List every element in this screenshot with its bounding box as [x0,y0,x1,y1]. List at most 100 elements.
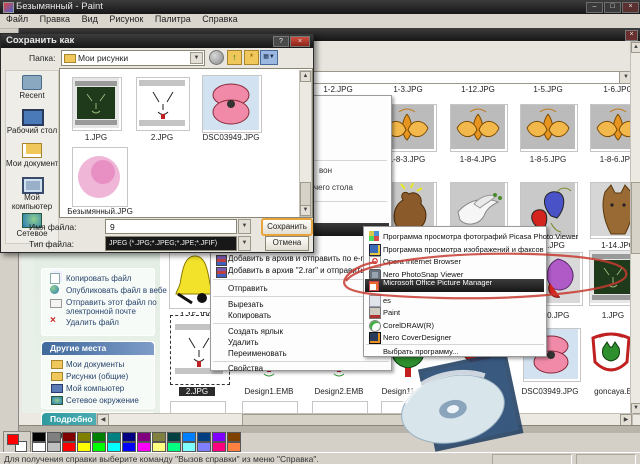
palette-swatch[interactable] [92,432,106,442]
file-label[interactable]: 1-5.JPG [518,85,578,94]
explorer-close-icon[interactable]: × [625,30,638,41]
documents-icon[interactable] [22,143,42,158]
foreground-color-swatch[interactable] [7,434,19,445]
folder-combobox[interactable]: Мои рисунки ▼ [61,50,205,66]
open-with-item-highlighted[interactable]: Microsoft Office Picture Manager [365,278,544,292]
palette-swatch[interactable] [197,432,211,442]
maximize-button[interactable]: □ [604,2,621,13]
dialog-close-icon[interactable]: × [290,36,310,47]
filetype-dropdown-icon[interactable]: ▼ [238,236,251,251]
menu-palette[interactable]: Палитра [155,14,191,24]
file-thumbnail[interactable] [520,104,578,152]
palette-swatch[interactable] [122,432,136,442]
filename-dropdown-icon[interactable]: ▼ [238,219,251,234]
palette-swatch[interactable] [107,442,121,452]
context-menu-item[interactable]: Удалить [228,338,259,347]
palette-swatch[interactable] [227,442,241,452]
menu-help[interactable]: Справка [202,14,237,24]
palette-swatch[interactable] [212,442,226,452]
dialog-file-label[interactable]: 2.JPG [136,133,188,142]
current-colors-box[interactable] [3,431,31,454]
menu-edit[interactable]: Правка [40,14,70,24]
scroll-up-icon[interactable]: ▲ [300,71,311,82]
task-publish-web[interactable]: Опубликовать файл в вебе [66,286,167,295]
context-menu-item[interactable]: Вырезать [228,300,264,309]
file-label[interactable]: Design1.EMB [236,387,302,396]
dialog-list-scrollbar[interactable]: ▲ ▼ [299,70,312,217]
palette-swatch[interactable] [32,442,46,452]
other-places-header[interactable]: Другие места [42,342,154,355]
file-label[interactable]: 1-8-5.JPG [518,155,578,164]
palette-swatch[interactable] [182,432,196,442]
dialog-file-thumbnail[interactable] [202,75,262,133]
up-one-level-icon[interactable]: ↑ [227,50,242,65]
filetype-combobox[interactable]: JPEG (*.JPG;*.JPEG;*.JPE;*.JFIF) [105,236,237,251]
palette-swatch[interactable] [167,442,181,452]
place-network[interactable]: Сетевое окружение [66,396,139,405]
palette-swatch[interactable] [77,442,91,452]
palette-swatch[interactable] [152,442,166,452]
dropdown-icon[interactable]: ▼ [190,52,203,64]
palette-swatch[interactable] [32,432,46,442]
palette-swatch[interactable] [47,432,61,442]
open-with-item[interactable]: Программа просмотра фотографий Picasa Ph… [383,232,578,241]
dialog-file-label[interactable]: 1.JPG [72,133,120,142]
palette-swatch[interactable] [122,442,136,452]
minimize-button[interactable]: – [586,2,603,13]
place-label[interactable]: Рабочий стол [6,126,58,135]
file-thumbnail[interactable] [450,104,508,152]
file-label[interactable]: DSC03949.JPG [517,387,583,396]
dialog-file-thumbnail[interactable] [136,77,190,131]
file-label[interactable]: Design2.EMB [306,387,372,396]
context-menu-item[interactable]: Создать ярлык [228,327,283,336]
scrollbar-thumb[interactable] [300,182,311,206]
task-delete-file[interactable]: Удалить файл [66,318,119,327]
context-menu-item[interactable]: Добавить в архив и отправить по e-mail..… [228,254,382,263]
palette-swatch[interactable] [62,432,76,442]
open-with-item[interactable]: Opera Internet Browser [383,257,461,266]
file-label[interactable]: 1-12.JPG [448,85,508,94]
menu-view[interactable]: Вид [82,14,98,24]
open-with-item[interactable]: es [383,296,391,305]
palette-swatch[interactable] [212,432,226,442]
scroll-up-icon[interactable]: ▲ [631,42,640,53]
dialog-file-label[interactable]: Безымянный.JPG [64,207,136,216]
palette-swatch[interactable] [47,442,61,452]
help-icon[interactable]: ? [273,36,289,47]
place-label[interactable]: Мой компьютер [6,193,58,211]
context-menu-item[interactable]: Свойства [228,364,263,373]
file-thumbnail[interactable] [589,328,633,380]
place-my-documents[interactable]: Мои документы [66,360,124,369]
selected-file-label[interactable]: 2.JPG [179,387,215,396]
task-copy-file[interactable]: Копировать файл [66,274,131,283]
open-with-item[interactable]: Nero CoverDesigner [383,333,451,342]
file-label[interactable]: 1-8-4.JPG [448,155,508,164]
vertical-scrollbar[interactable]: ▲ ▼ [630,41,640,415]
file-label[interactable]: 1-2.JPG [308,85,368,94]
views-icon[interactable]: ▦▼ [260,50,278,65]
palette-swatch[interactable] [137,432,151,442]
file-label[interactable]: 1-3.JPG [378,85,438,94]
open-with-item[interactable]: Paint [383,308,400,317]
computer-icon[interactable] [22,177,44,194]
cancel-button[interactable]: Отмена [265,236,309,251]
filename-input[interactable]: 9 [105,219,237,234]
scrollbar-thumb[interactable] [631,182,640,254]
dialog-file-label[interactable]: DSC03949.JPG [198,133,264,142]
open-with-item[interactable]: CorelDRAW(R) [383,321,434,330]
palette-swatch[interactable] [62,442,76,452]
context-menu-item[interactable]: Отправить [228,284,268,293]
open-with-item[interactable]: Программа просмотра изображений и факсов [383,245,544,254]
scroll-down-icon[interactable]: ▼ [300,205,311,216]
place-my-computer[interactable]: Мой компьютер [66,384,124,393]
close-button[interactable]: × [622,2,639,13]
palette-swatch[interactable] [152,432,166,442]
context-menu-item[interactable]: Переименовать [228,349,287,358]
palette-swatch[interactable] [182,442,196,452]
palette-swatch[interactable] [167,432,181,442]
task-email-file[interactable]: Отправить этот файл по электронной почте [66,298,158,316]
palette-swatch[interactable] [227,432,241,442]
palette-swatch[interactable] [77,432,91,442]
palette-swatch[interactable] [137,442,151,452]
back-folder-icon[interactable] [209,50,224,65]
